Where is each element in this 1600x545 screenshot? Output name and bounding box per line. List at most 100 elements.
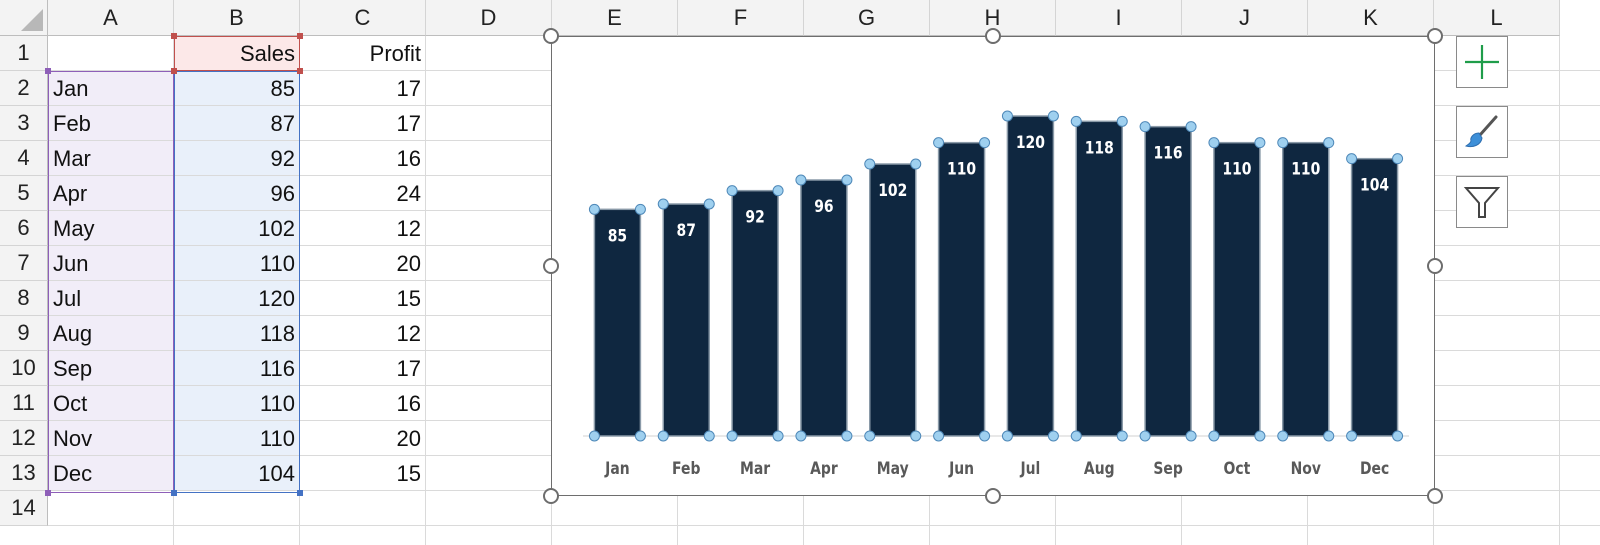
cell-profit[interactable]: 17 xyxy=(300,351,426,386)
bar-selection-handle[interactable] xyxy=(1323,137,1335,149)
bar-sep[interactable] xyxy=(1144,125,1192,437)
cell-sales[interactable]: 92 xyxy=(174,141,300,176)
column-header-c[interactable]: C xyxy=(300,0,426,36)
bar-selection-handle[interactable] xyxy=(657,430,669,442)
bar-selection-handle[interactable] xyxy=(1392,153,1404,165)
column-header-l[interactable]: L xyxy=(1434,0,1560,36)
bar-nov[interactable] xyxy=(1282,141,1330,437)
bar-selection-handle[interactable] xyxy=(1254,137,1266,149)
bar-selection-handle[interactable] xyxy=(588,430,600,442)
bar-selection-handle[interactable] xyxy=(1323,430,1335,442)
row-header-8[interactable]: 8 xyxy=(0,281,48,316)
cell-sales[interactable]: 96 xyxy=(174,176,300,211)
column-header-g[interactable]: G xyxy=(804,0,930,36)
row-header-9[interactable]: 9 xyxy=(0,316,48,351)
bar-selection-handle[interactable] xyxy=(795,174,807,186)
bar-selection-handle[interactable] xyxy=(1346,153,1358,165)
range-corner-handle[interactable] xyxy=(171,490,177,496)
select-all-corner[interactable] xyxy=(0,0,48,36)
bar-selection-handle[interactable] xyxy=(772,430,784,442)
bar-may[interactable] xyxy=(869,163,917,437)
bar-selection-handle[interactable] xyxy=(979,430,991,442)
cell-profit[interactable]: 15 xyxy=(300,456,426,491)
bar-jun[interactable] xyxy=(937,141,986,437)
cell-sales[interactable]: 110 xyxy=(174,386,300,421)
bar-selection-handle[interactable] xyxy=(703,198,715,210)
resize-handle-bottom-center[interactable] xyxy=(985,488,1001,504)
bar-selection-handle[interactable] xyxy=(1047,110,1059,122)
cell-month[interactable]: Jun xyxy=(48,246,174,281)
bar-oct[interactable] xyxy=(1213,141,1261,437)
bar-selection-handle[interactable] xyxy=(1139,121,1151,133)
cell-month[interactable]: May xyxy=(48,211,174,246)
chart-styles-button[interactable] xyxy=(1456,106,1508,158)
row-header-7[interactable]: 7 xyxy=(0,246,48,281)
cell-month[interactable]: Jan xyxy=(48,71,174,106)
bar-selection-handle[interactable] xyxy=(588,203,600,215)
cell-sales[interactable]: 102 xyxy=(174,211,300,246)
row-header-14[interactable]: 14 xyxy=(0,491,48,526)
bar-selection-handle[interactable] xyxy=(910,430,922,442)
cell-sales[interactable]: 87 xyxy=(174,106,300,141)
bar-selection-handle[interactable] xyxy=(864,158,876,170)
cell-month[interactable]: Feb xyxy=(48,106,174,141)
row-header-1[interactable]: 1 xyxy=(0,36,48,71)
bar-selection-handle[interactable] xyxy=(1116,430,1128,442)
resize-handle-bottom-right[interactable] xyxy=(1427,488,1443,504)
resize-handle-middle-left[interactable] xyxy=(543,258,559,274)
cell-month[interactable]: Nov xyxy=(48,421,174,456)
bar-selection-handle[interactable] xyxy=(1070,430,1082,442)
cell-month[interactable]: Oct xyxy=(48,386,174,421)
bar-selection-handle[interactable] xyxy=(841,430,853,442)
cell-profit[interactable]: 15 xyxy=(300,281,426,316)
cell-sales[interactable]: 104 xyxy=(174,456,300,491)
row-header-2[interactable]: 2 xyxy=(0,71,48,106)
column-header-f[interactable]: F xyxy=(678,0,804,36)
bar-jul[interactable] xyxy=(1006,115,1055,437)
row-header-5[interactable]: 5 xyxy=(0,176,48,211)
resize-handle-bottom-left[interactable] xyxy=(543,488,559,504)
cell-profit[interactable]: 16 xyxy=(300,141,426,176)
cell-sales-header[interactable]: Sales xyxy=(174,36,300,71)
bar-selection-handle[interactable] xyxy=(634,203,646,215)
bar-dec[interactable] xyxy=(1350,157,1399,437)
cell-sales[interactable]: 120 xyxy=(174,281,300,316)
bar-chart[interactable]: 85 Jan 87 Feb 92 Mar 96 Apr 102 May 110 Jun 120 Jul 11… xyxy=(551,36,1435,496)
bar-selection-handle[interactable] xyxy=(1116,115,1128,127)
bar-selection-handle[interactable] xyxy=(1185,121,1197,133)
cell-profit[interactable]: 20 xyxy=(300,246,426,281)
bar-selection-handle[interactable] xyxy=(1277,430,1289,442)
bar-selection-handle[interactable] xyxy=(1139,430,1151,442)
bar-selection-handle[interactable] xyxy=(1001,430,1013,442)
range-corner-handle[interactable] xyxy=(45,68,51,74)
cell-month[interactable]: Dec xyxy=(48,456,174,491)
row-header-12[interactable]: 12 xyxy=(0,421,48,456)
row-header-4[interactable]: 4 xyxy=(0,141,48,176)
column-header-i[interactable]: I xyxy=(1056,0,1182,36)
column-header-a[interactable]: A xyxy=(48,0,174,36)
cell-sales[interactable]: 116 xyxy=(174,351,300,386)
cell-sales[interactable]: 118 xyxy=(174,316,300,351)
column-header-d[interactable]: D xyxy=(426,0,552,36)
bar-selection-handle[interactable] xyxy=(634,430,646,442)
cell-sales[interactable]: 110 xyxy=(174,421,300,456)
cell-month[interactable]: Mar xyxy=(48,141,174,176)
cell-sales[interactable]: 85 xyxy=(174,71,300,106)
cell-month[interactable]: Aug xyxy=(48,316,174,351)
resize-handle-top-left[interactable] xyxy=(543,28,559,44)
range-corner-handle[interactable] xyxy=(297,68,303,74)
range-corner-handle[interactable] xyxy=(171,68,177,74)
cell-profit[interactable]: 20 xyxy=(300,421,426,456)
bar-selection-handle[interactable] xyxy=(1346,430,1358,442)
bar-selection-handle[interactable] xyxy=(726,430,738,442)
cell-sales[interactable]: 110 xyxy=(174,246,300,281)
bar-selection-handle[interactable] xyxy=(933,137,945,149)
row-header-11[interactable]: 11 xyxy=(0,386,48,421)
cell-month[interactable]: Jul xyxy=(48,281,174,316)
bar-selection-handle[interactable] xyxy=(1254,430,1266,442)
row-header-6[interactable]: 6 xyxy=(0,211,48,246)
cell-profit[interactable]: 12 xyxy=(300,211,426,246)
cell-profit[interactable]: 24 xyxy=(300,176,426,211)
column-header-b[interactable]: B xyxy=(174,0,300,36)
bar-selection-handle[interactable] xyxy=(979,137,991,149)
